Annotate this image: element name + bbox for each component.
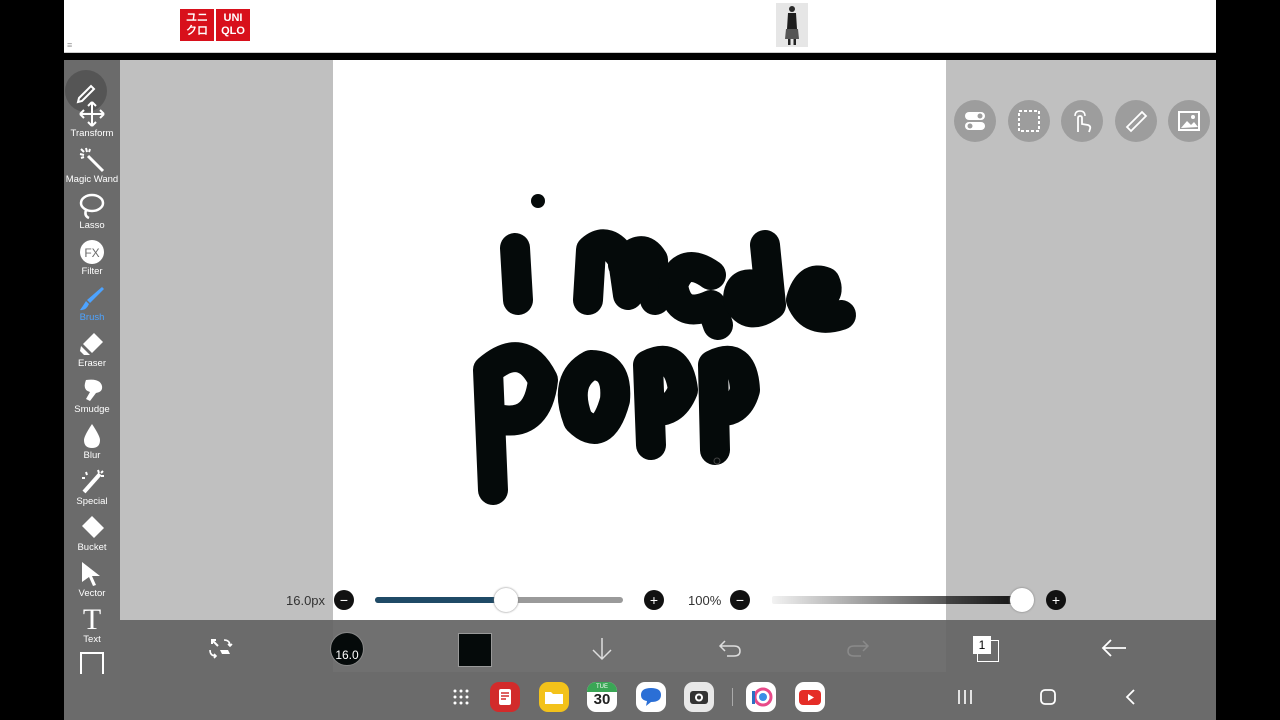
back-icon[interactable] [1123,688,1137,706]
fx-text: FX [84,246,99,260]
ruler-icon [1125,110,1148,133]
tool-magic-wand[interactable]: Magic Wand [64,146,120,192]
eraser-icon [78,330,106,358]
brush-size-value: 16.0px [286,593,326,608]
tool-special[interactable]: Special [64,468,120,514]
ad-choices-icon[interactable]: ≡ [67,40,72,50]
tool-transform[interactable]: Transform [64,100,120,146]
layer-count: 1 [973,636,991,654]
brush-size-fill [375,597,507,603]
tool-lasso[interactable]: Lasso [64,192,120,238]
ibispaint-app-icon[interactable] [746,682,776,712]
drawing-canvas[interactable] [333,60,946,620]
calendar-date: 30 [593,691,611,708]
messages-app-icon[interactable] [636,682,666,712]
image-icon [1178,111,1200,131]
tool-label: Smudge [74,404,110,415]
brush-icon [78,284,106,312]
redo-icon[interactable] [845,638,871,660]
back-arrow-icon[interactable] [1100,638,1128,658]
tool-vector[interactable]: Vector [64,560,120,606]
app-drawer-icon[interactable] [452,688,470,706]
canvas-drawing [473,194,856,505]
tool-smudge[interactable]: Smudge [64,376,120,422]
frame-tool-icon[interactable] [80,652,104,674]
calendar-app-icon[interactable]: TUE 30 [587,682,617,712]
tool-filter[interactable]: FX Filter [64,238,120,284]
tool-bucket[interactable]: Bucket [64,514,120,560]
tool-label: Vector [78,588,106,599]
tool-label: Magic Wand [65,174,119,185]
tool-label: Transform [70,128,114,139]
youtube-app-icon[interactable] [795,682,825,712]
tool-label: Bucket [77,542,107,553]
tool-blur[interactable]: Blur [64,422,120,468]
brush-size-badge[interactable]: 16.0 [330,632,364,666]
text-icon: T [82,603,102,636]
layers-button[interactable]: 1 [973,636,999,662]
image-button[interactable] [1168,100,1210,142]
ruler-button[interactable] [1115,100,1157,142]
uniqlo-logo[interactable]: ユニ クロ UNI QLO [180,9,252,41]
download-arrow-icon[interactable] [590,636,614,662]
magic-wand-icon [78,146,106,174]
camera-app-icon[interactable] [684,682,714,712]
logo-tile-latin: UNI QLO [216,9,250,41]
tool-label: Blur [83,450,101,461]
tool-label: Special [76,496,108,507]
fx-icon: FX [78,238,106,266]
bucket-icon [78,514,106,542]
swap-brush-eraser-icon[interactable] [206,634,234,660]
tool-label: Text [83,634,101,645]
tool-text[interactable]: T Text [64,603,120,652]
bottom-toolbar: 16.0 1 [120,620,1216,672]
notes-app-icon[interactable] [490,682,520,712]
brush-size-slider[interactable] [375,588,623,612]
toggle-panel-button[interactable] [954,100,996,142]
opacity-slider[interactable] [772,588,1034,612]
gesture-button[interactable] [1061,100,1103,142]
opacity-value: 100% [688,593,722,608]
tool-label: Lasso [79,220,105,231]
vector-icon [78,560,106,588]
tool-eraser[interactable]: Eraser [64,330,120,376]
selection-icon [1018,110,1040,132]
brush-size-increase-button[interactable]: + [644,590,664,610]
product-image[interactable] [776,3,808,47]
transform-icon [78,100,106,128]
ad-banner[interactable]: ユニ クロ UNI QLO ≡ [64,0,1216,53]
tool-label: Filter [81,266,103,277]
tool-palette: Transform Magic Wand Lasso FX Filter Bru… [64,60,120,720]
opacity-knob[interactable] [1010,588,1034,612]
lasso-icon [78,192,106,220]
recent-apps-icon[interactable] [956,688,974,706]
smudge-icon [78,376,106,404]
opacity-increase-button[interactable]: + [1046,590,1066,610]
selection-button[interactable] [1008,100,1050,142]
tool-label: Eraser [78,358,106,369]
tool-label: Brush [79,312,105,323]
blur-icon [78,422,106,450]
brush-size-decrease-button[interactable]: − [334,590,354,610]
color-swatch[interactable] [458,633,492,667]
undo-icon[interactable] [717,638,743,660]
tool-brush[interactable]: Brush [64,284,120,330]
gesture-icon [1074,110,1092,133]
toggle-icon [965,112,985,130]
home-icon[interactable] [1038,687,1058,707]
special-icon [78,468,106,496]
opacity-decrease-button[interactable]: − [730,590,750,610]
logo-tile-katakana: ユニ クロ [180,9,214,41]
files-app-icon[interactable] [539,682,569,712]
taskbar-divider [732,688,733,706]
